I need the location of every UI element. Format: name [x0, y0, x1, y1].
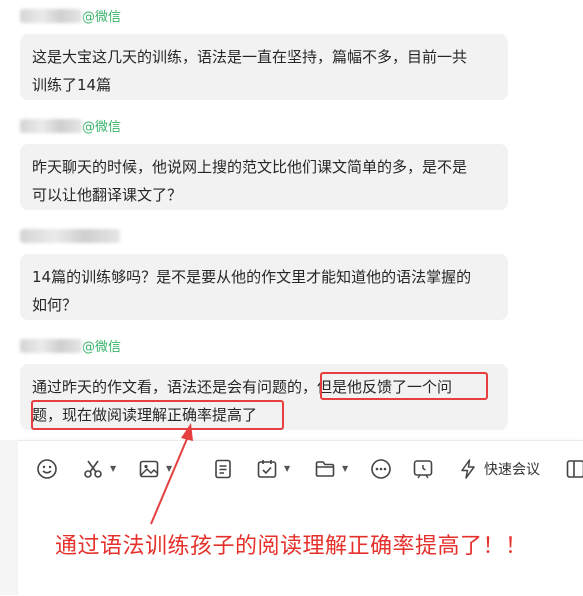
highlight-box [320, 372, 488, 400]
screenshot-button[interactable]: ▼ [82, 457, 116, 481]
annotation-text: 通过语法训练孩子的阅读理解正确率提高了！！ [55, 528, 528, 560]
chevron-down-icon[interactable]: ▼ [284, 465, 290, 473]
redacted-name [20, 229, 120, 243]
emoji-button[interactable] [36, 457, 58, 481]
quick-meeting-label: 快速会议 [484, 459, 540, 479]
message-line: 这是大宝这几天的训练，语法是一直在坚持，篇幅不多，目前一共 [32, 43, 496, 71]
more-button[interactable] [370, 457, 392, 481]
redacted-name [20, 9, 82, 23]
redacted-name [20, 339, 82, 353]
task-icon [256, 458, 278, 480]
message-line: 训练了14篇 [32, 71, 496, 99]
sidebar-toggle-button[interactable] [566, 457, 583, 481]
message-line: 14篇的训练够吗？是不是要从他的作文里才能知道他的语法掌握的 [32, 263, 496, 291]
scissors-icon [82, 458, 104, 480]
sender-name[interactable]: @微信 [20, 339, 121, 357]
lightning-icon [458, 458, 478, 480]
message-bubble[interactable]: 14篇的训练够吗？是不是要从他的作文里才能知道他的语法掌握的 如何？ [20, 254, 508, 320]
sender-suffix: @微信 [82, 10, 121, 25]
message-line: 昨天聊天的时候，他说网上搜的范文比他们课文简单的多，是不是 [32, 153, 496, 181]
document-icon [212, 458, 234, 480]
redacted-name [20, 119, 82, 133]
message-composer[interactable]: ▼ ▼ ▼ ▼ 快速会议 [18, 440, 583, 596]
sender-name[interactable]: @微信 [20, 119, 121, 137]
composer-toolbar: ▼ ▼ ▼ ▼ 快速会议 [18, 457, 583, 481]
image-icon [138, 458, 160, 480]
document-button[interactable] [212, 457, 234, 481]
highlight-box [31, 400, 284, 430]
more-icon [370, 458, 392, 480]
chevron-down-icon[interactable]: ▼ [166, 465, 172, 473]
sender-suffix: @微信 [82, 120, 121, 135]
folder-icon [314, 458, 336, 480]
emoji-icon [36, 458, 58, 480]
chat-history: @微信 这是大宝这几天的训练，语法是一直在坚持，篇幅不多，目前一共 训练了14篇… [0, 0, 583, 440]
chevron-down-icon[interactable]: ▼ [342, 465, 348, 473]
message-bubble[interactable]: 这是大宝这几天的训练，语法是一直在坚持，篇幅不多，目前一共 训练了14篇 [20, 34, 508, 100]
sender-suffix: @微信 [82, 340, 121, 355]
sender-name[interactable] [20, 229, 120, 247]
left-panel-edge [0, 440, 18, 595]
message-bubble[interactable]: 昨天聊天的时候，他说网上搜的范文比他们课文简单的多，是不是 可以让他翻译课文了？ [20, 144, 508, 210]
task-button[interactable]: ▼ [256, 457, 290, 481]
sidebar-icon [566, 458, 583, 480]
message-line: 可以让他翻译课文了？ [32, 181, 496, 209]
message-line: 如何？ [32, 291, 496, 319]
image-button[interactable]: ▼ [138, 457, 172, 481]
schedule-icon [412, 458, 434, 480]
sender-name[interactable]: @微信 [20, 9, 121, 27]
schedule-button[interactable] [412, 457, 434, 481]
quick-meeting-button[interactable]: 快速会议 [458, 457, 540, 481]
chevron-down-icon[interactable]: ▼ [110, 465, 116, 473]
folder-button[interactable]: ▼ [314, 457, 348, 481]
